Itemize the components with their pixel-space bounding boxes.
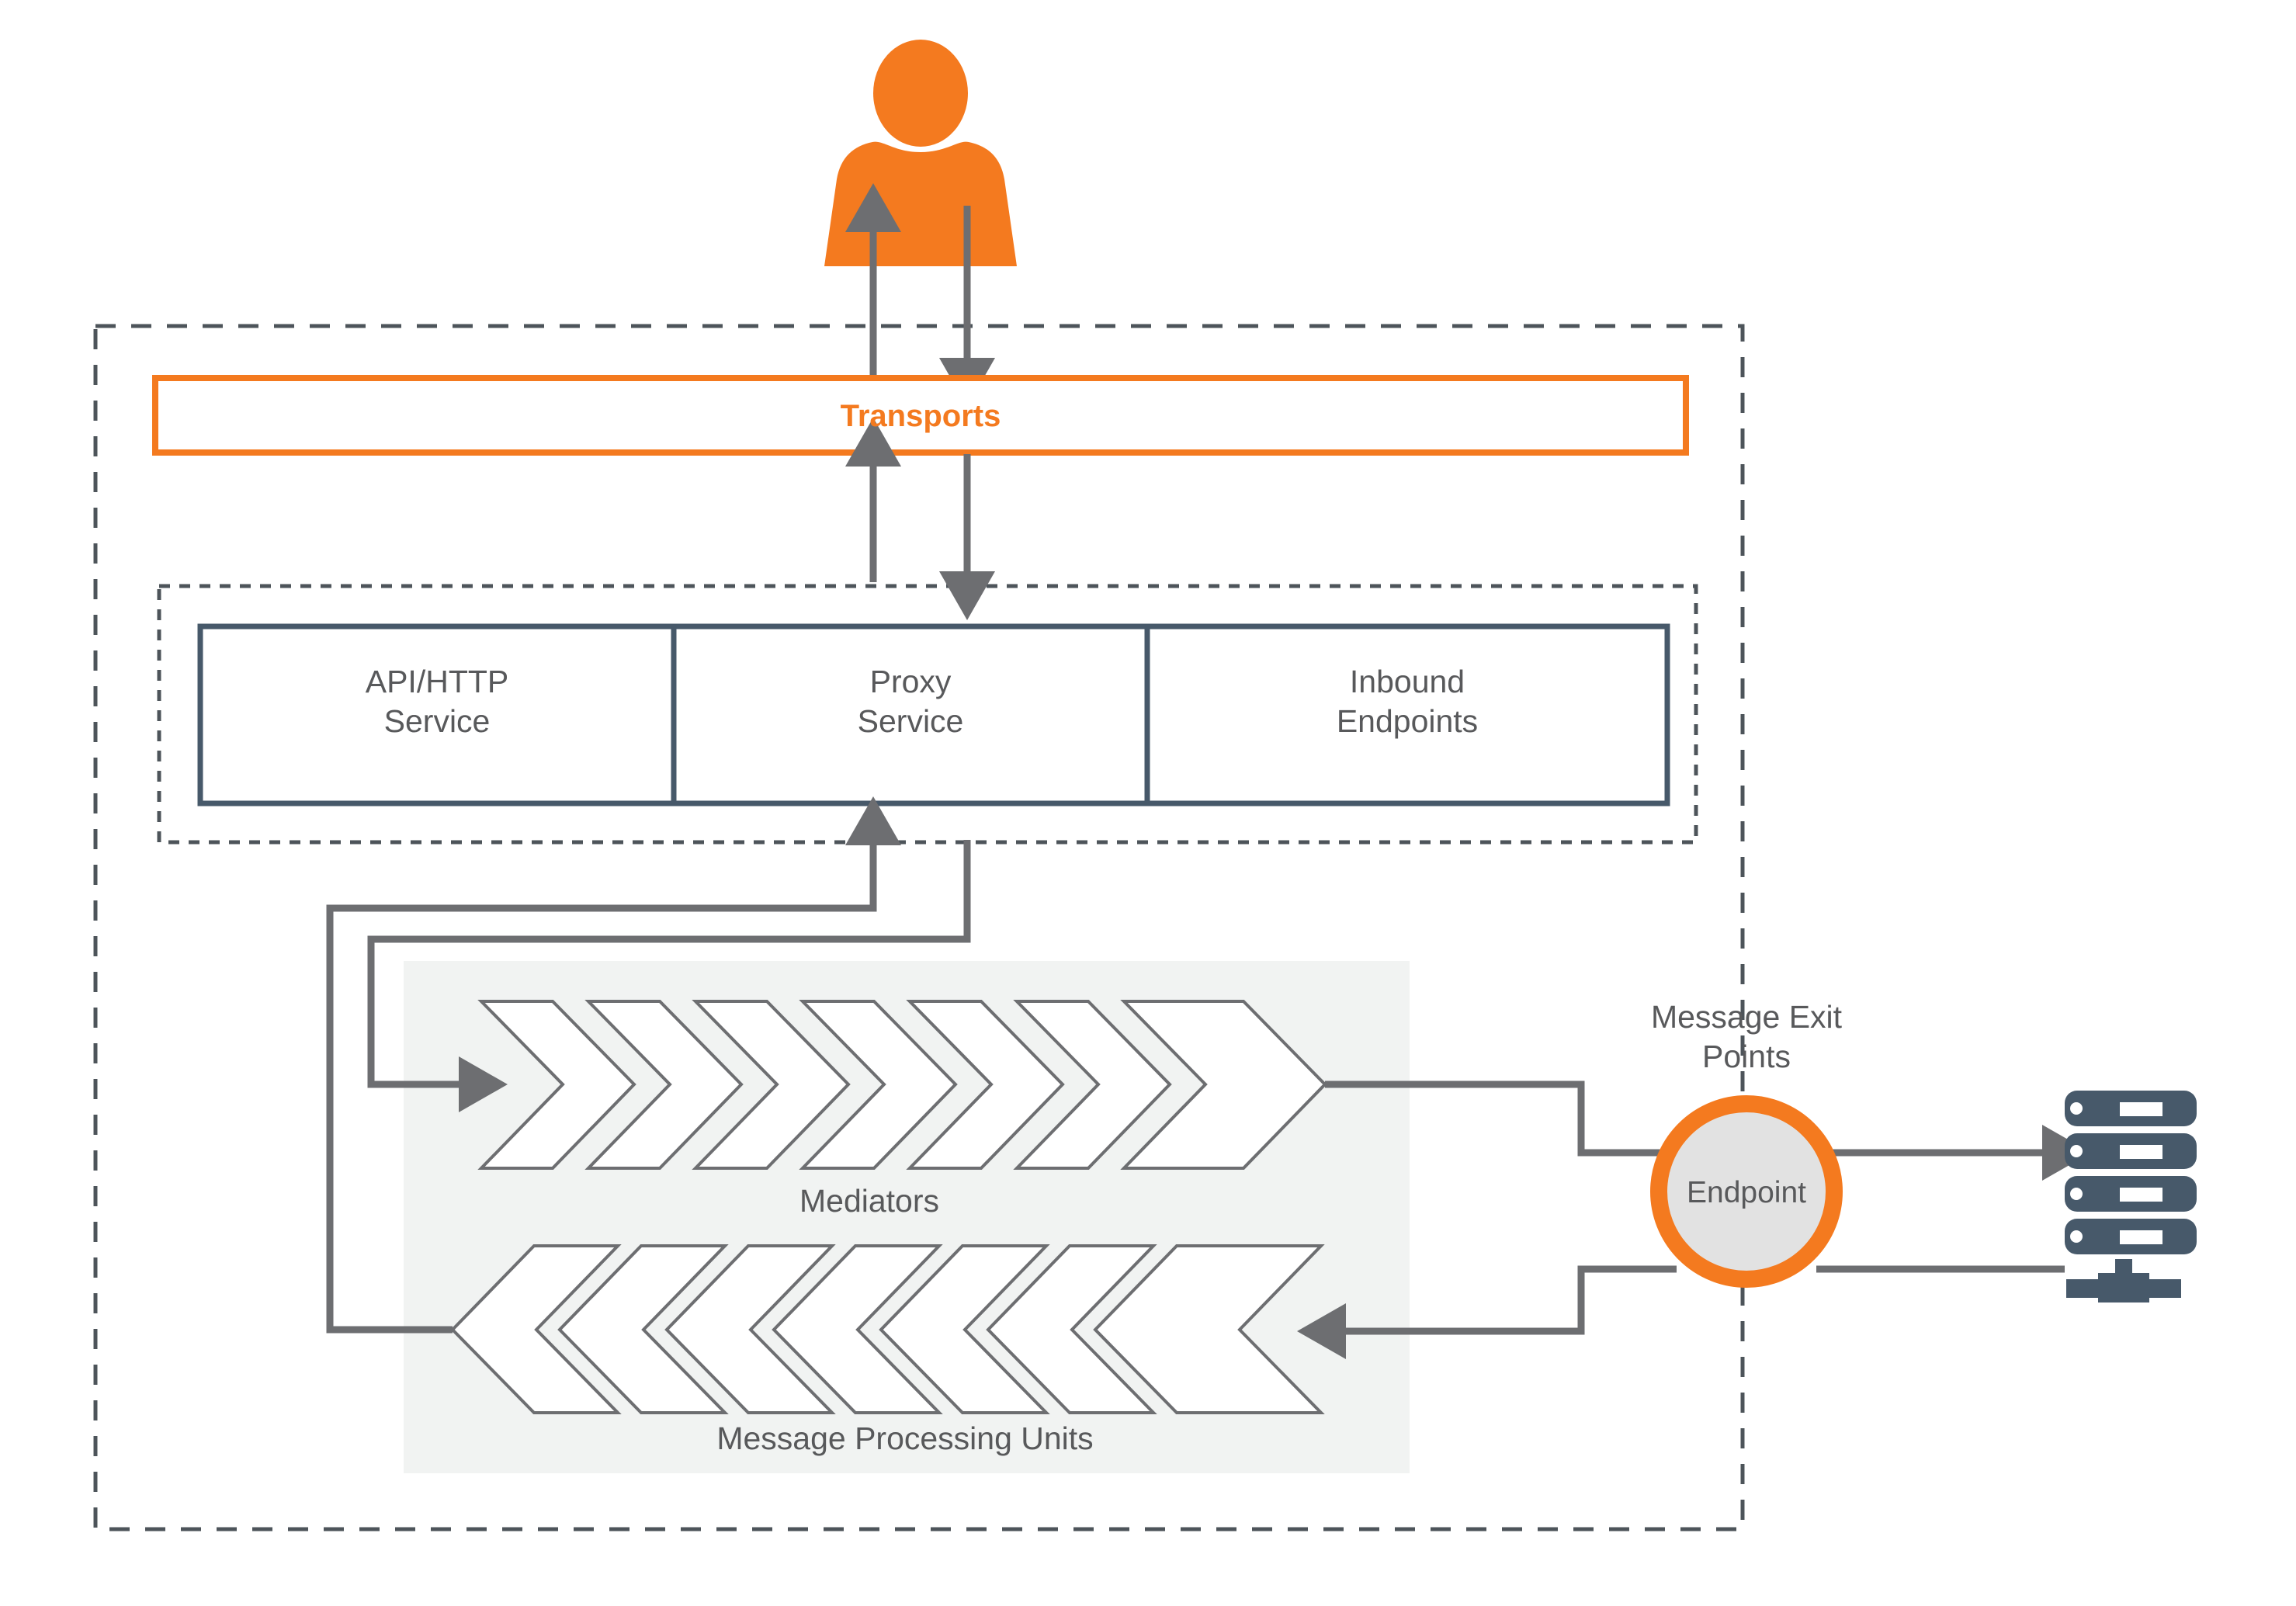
service-label-proxy: Proxy Service bbox=[857, 664, 964, 740]
chevron-row-reverse bbox=[450, 1244, 1325, 1414]
service-label-inbound: Inbound Endpoints bbox=[1336, 664, 1479, 740]
transports-label: Transports bbox=[840, 399, 1001, 433]
person-icon bbox=[824, 40, 1017, 266]
server-stack-icon bbox=[2065, 1091, 2197, 1302]
architecture-diagram: Transports API/HTTP Service Proxy Servic… bbox=[0, 0, 2296, 1606]
endpoint-label: Endpoint bbox=[1687, 1176, 1806, 1209]
mediators-label: Mediators bbox=[799, 1183, 939, 1219]
message-processing-units-label: Message Processing Units bbox=[716, 1420, 1094, 1456]
message-exit-points-label: Message Exit Points bbox=[1650, 999, 1843, 1075]
diagram-canvas bbox=[93, 40, 2197, 1531]
service-label-api: API/HTTP Service bbox=[365, 664, 509, 740]
